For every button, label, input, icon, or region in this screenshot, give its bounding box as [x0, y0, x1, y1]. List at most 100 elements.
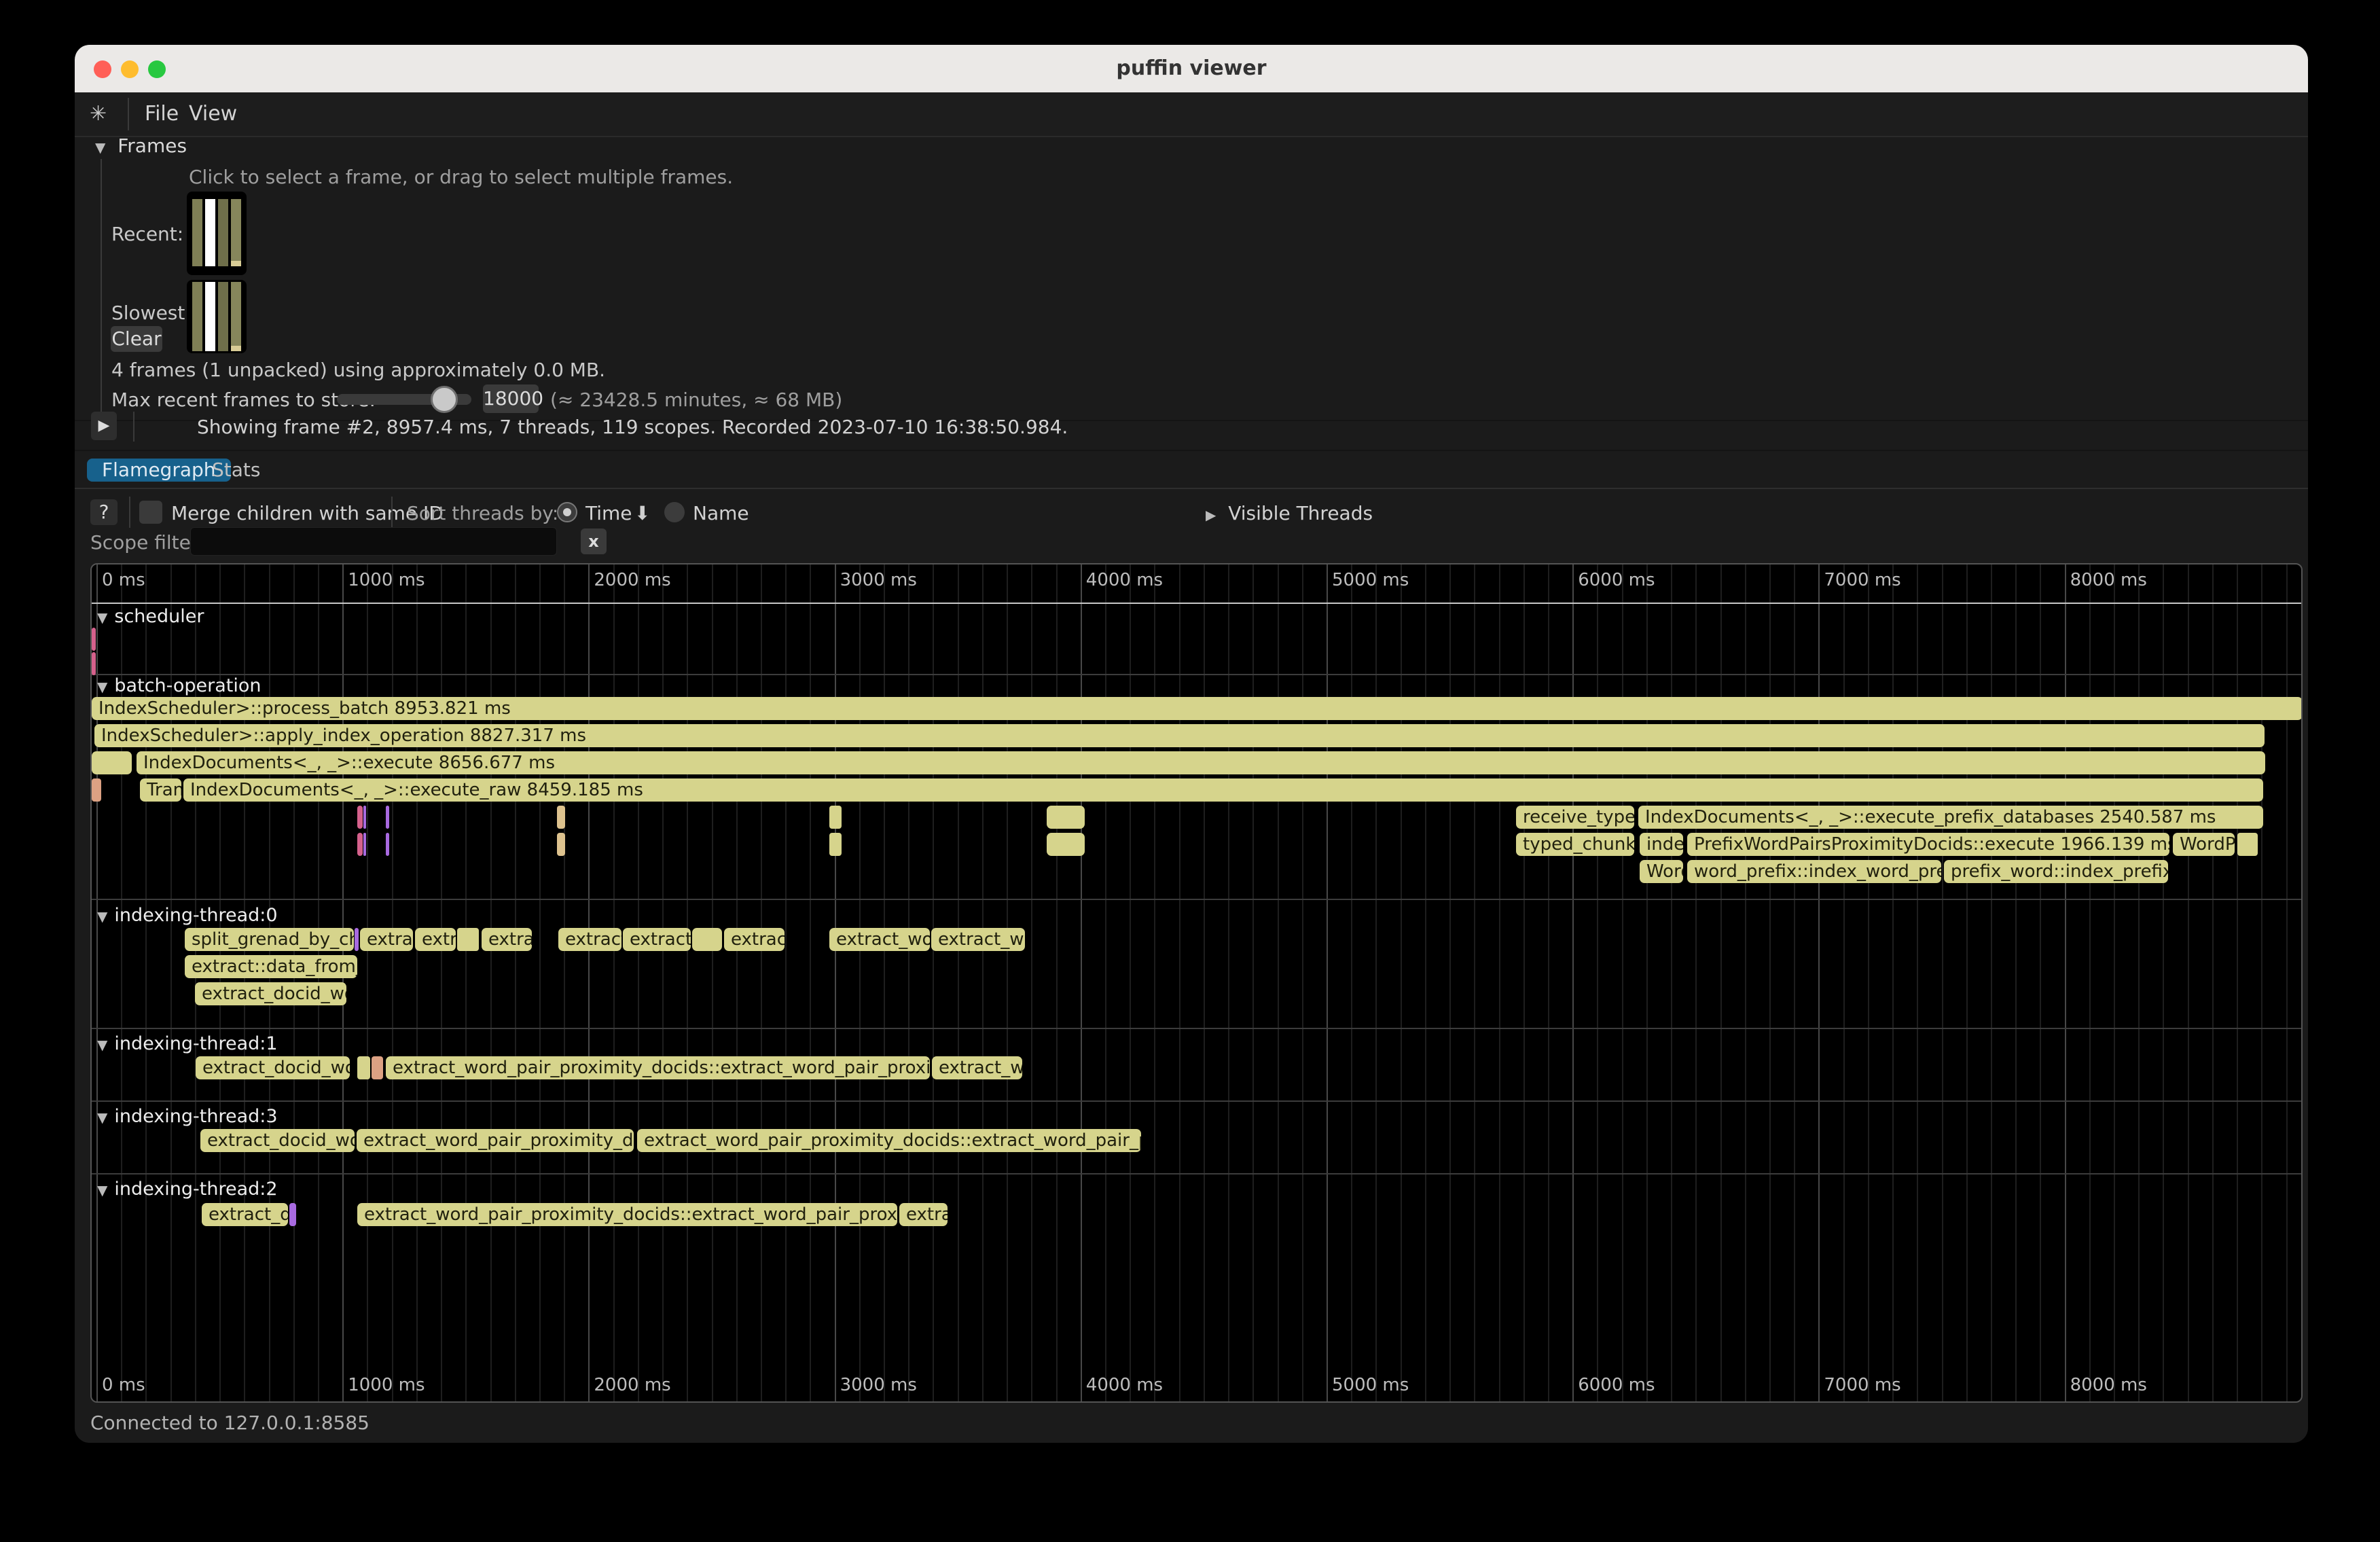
flame-scope-bar[interactable]: IndexDocuments<_, _>::execute 8656.677 m… [137, 751, 2265, 774]
flame-scope-bar[interactable]: IndexDocuments<_, _>::execute_prefix_dat… [1638, 806, 2263, 829]
flame-scope-bar[interactable]: extract_docid_word [196, 1056, 350, 1079]
flame-scope-bar[interactable] [363, 833, 366, 856]
flame-scope-bar[interactable]: extract_word_pair_proximity_docids [357, 1129, 634, 1152]
flame-scope-bar[interactable] [829, 833, 842, 856]
flame-scope-bar[interactable] [289, 1203, 296, 1226]
flame-scope-bar[interactable]: Word [1640, 860, 1683, 883]
menu-view[interactable]: View [189, 92, 237, 136]
menu-file[interactable]: File [145, 92, 179, 136]
flame-scope-bar[interactable]: extract [360, 928, 413, 951]
clear-button[interactable]: Clear [111, 326, 162, 352]
flame-scope-bar[interactable]: extract_word_pair_proximity_docids::extr… [637, 1129, 1141, 1152]
flame-scope-bar[interactable]: IndexDocuments<_, _>::execute_raw 8459.1… [183, 778, 2263, 802]
flame-scope-bar[interactable] [357, 833, 363, 856]
flame-scope-bar[interactable] [2237, 833, 2258, 856]
recent-frames-thumbnail[interactable] [187, 192, 247, 275]
flame-scope-bar[interactable]: extract_docid_word [195, 982, 346, 1005]
thread-section-header[interactable]: ▼indexing-thread:1 [97, 1033, 278, 1055]
flame-scope-bar[interactable] [386, 806, 389, 829]
flame-scope-bar[interactable] [92, 652, 96, 675]
flame-scope-bar[interactable]: extract_wo [931, 928, 1025, 951]
thread-section-header[interactable]: ▼scheduler [97, 606, 204, 628]
tab-stats[interactable]: Stats [197, 459, 275, 482]
flame-scope-bar[interactable]: extract [724, 928, 785, 951]
merge-children-checkbox[interactable] [139, 501, 162, 524]
flame-scope-bar[interactable]: WordPr [2173, 833, 2235, 856]
sort-name-radio[interactable] [664, 502, 685, 522]
flame-scope-bar[interactable]: extract_word_pair_proximity_docids::extr… [357, 1203, 897, 1226]
flame-scope-bar[interactable]: extrac [899, 1203, 948, 1226]
scope-filter-input[interactable] [190, 527, 557, 556]
thumbnail-frame-bar[interactable] [192, 282, 202, 351]
thread-section-header[interactable]: ▼indexing-thread:3 [97, 1106, 278, 1128]
flame-scope-bar[interactable]: index [1640, 833, 1683, 856]
frames-collapse-header[interactable]: ▼ Frames [95, 135, 187, 157]
thread-section-header[interactable]: ▼batch-operation [97, 675, 262, 697]
thumbnail-frame-bar[interactable] [218, 199, 228, 266]
clear-filter-button[interactable]: x [581, 528, 607, 554]
flame-scope-bar[interactable]: extract_word_pair_proximity_docids::extr… [386, 1056, 930, 1079]
thumbnail-frame-bar[interactable] [205, 199, 215, 266]
gridline [1327, 564, 1328, 1401]
flame-scope-bar[interactable] [557, 806, 565, 829]
flame-scope-bar[interactable]: PrefixWordPairsProximityDocids::execute … [1687, 833, 2169, 856]
gridline [2138, 564, 2140, 1401]
thumbnail-frame-bar[interactable] [231, 199, 241, 266]
flame-scope-bar[interactable]: split_grenad_by_chun [185, 928, 354, 951]
slowest-frames-thumbnail[interactable] [187, 280, 247, 353]
flame-scope-bar[interactable]: IndexScheduler>::process_batch 8953.821 … [92, 697, 2303, 720]
max-frames-value[interactable]: 18000 [483, 384, 539, 413]
flame-scope-bar[interactable] [1047, 833, 1085, 856]
gridline [687, 564, 688, 1401]
flame-scope-bar[interactable]: extrac [482, 928, 532, 951]
flame-scope-bar[interactable] [692, 928, 722, 951]
flame-scope-bar[interactable] [557, 833, 565, 856]
flame-scope-bar[interactable] [457, 928, 479, 951]
thumbnail-frame-bar[interactable] [231, 282, 241, 351]
flame-scope-bar[interactable]: extract_ [558, 928, 621, 951]
thread-section-header[interactable]: ▼ indexing-thread:2 [97, 1179, 278, 1200]
flame-scope-bar[interactable]: word_prefix::index_word_prefix_ [1687, 860, 1941, 883]
flame-scope-bar[interactable]: extract_wo [932, 1056, 1022, 1079]
flame-scope-bar[interactable] [1047, 806, 1085, 829]
flame-scope-bar[interactable] [386, 833, 389, 856]
flame-scope-bar[interactable]: extract_word [829, 928, 930, 951]
flame-scope-bar[interactable] [829, 806, 842, 829]
flame-scope-bar[interactable] [355, 928, 359, 951]
thread-section-header[interactable]: ▼indexing-thread:0 [97, 905, 278, 927]
flame-scope-bar[interactable]: extract::data_from_ob [185, 955, 357, 978]
flame-scope-bar[interactable]: extract_doc [202, 1203, 288, 1226]
play-button[interactable]: ▶ [91, 412, 117, 440]
flamegraph-panel[interactable]: 0 ms0 ms1000 ms1000 ms2000 ms2000 ms3000… [90, 563, 2303, 1403]
gridline [392, 564, 393, 1401]
flame-scope-bar[interactable] [357, 1056, 370, 1079]
flame-scope-bar[interactable]: prefix_word::index_prefix_wo [1944, 860, 2168, 883]
flame-scope-bar[interactable] [363, 806, 366, 829]
flame-scope-bar[interactable]: receive_typed_ [1516, 806, 1634, 829]
frames-header-label: Frames [118, 135, 187, 157]
flame-scope-bar[interactable]: IndexScheduler>::apply_index_operation 8… [94, 724, 2265, 747]
thumbnail-frame-bar[interactable] [218, 282, 228, 351]
sort-direction-icon[interactable]: ⬇ [634, 502, 650, 524]
flame-scope-bar[interactable] [92, 778, 101, 802]
visible-threads-collapse[interactable]: ▶ Visible Threads [1206, 502, 1373, 524]
thumbnail-frame-bar[interactable] [192, 199, 202, 266]
max-frames-slider-handle[interactable] [431, 386, 458, 413]
gridline [1745, 564, 1746, 1401]
flame-scope-bar[interactable]: extra [415, 928, 456, 951]
sort-time-radio[interactable] [557, 502, 577, 522]
flame-scope-bar[interactable]: extract_ [623, 928, 691, 951]
thumbnail-frame-bar[interactable] [205, 282, 215, 351]
flame-scope-bar[interactable]: Trans [140, 778, 181, 802]
theme-toggle-icon[interactable]: ✳ [90, 92, 107, 136]
flame-scope-bar[interactable]: typed_chunk::w [1516, 833, 1634, 856]
collapse-triangle-icon: ▼ [97, 1182, 107, 1198]
flame-scope-bar[interactable] [372, 1056, 383, 1079]
flame-scope-bar[interactable] [357, 806, 363, 829]
flame-scope-bar[interactable] [92, 751, 132, 774]
collapse-triangle-icon: ▼ [97, 908, 107, 925]
help-button[interactable]: ? [90, 499, 118, 525]
flame-scope-bar[interactable] [92, 628, 96, 651]
thread-name: indexing-thread:2 [114, 1179, 277, 1200]
flame-scope-bar[interactable]: extract_docid_word [200, 1129, 355, 1152]
